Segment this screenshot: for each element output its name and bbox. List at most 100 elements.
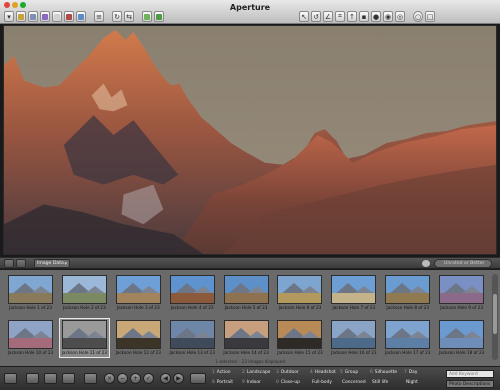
keyword-button[interactable]: 7 Day [404, 370, 417, 375]
add-keyword-field[interactable]: Add Keyword [446, 370, 494, 378]
toolbar-left: ▾ ≡ ↻ ⇆ [4, 10, 164, 23]
thumbnail-item[interactable]: Jackson Hole 4 of 23 [167, 273, 218, 313]
thumbnail-item[interactable]: Jackson Hole 14 of 23 [221, 318, 272, 358]
straighten-icon[interactable]: ∠ [323, 11, 333, 22]
keyword-button[interactable]: 4 Headshot [310, 370, 336, 375]
keyword-preset-select[interactable]: Photo Descriptions [446, 380, 494, 388]
red-eye-icon[interactable]: ◎ [395, 11, 405, 22]
keyword-controls-button[interactable] [190, 373, 206, 384]
keyword-shortcut-number: 2 [242, 370, 245, 375]
keyword-button[interactable]: 2 Landscape [242, 370, 270, 375]
select-icon[interactable]: ✓ [143, 373, 154, 384]
show-adjustments-button[interactable] [44, 373, 57, 384]
keyword-button[interactable]: Full-body [310, 380, 332, 385]
keyword-button[interactable]: 0 Close-up [276, 380, 300, 385]
rotate-tool-icon[interactable]: ↺ [311, 11, 321, 22]
stamp-tool-icon[interactable]: ▪ [359, 11, 369, 22]
stack-icon[interactable]: ≡ [94, 11, 104, 22]
thumbnail-item[interactable]: Jackson Hole 9 of 23 [436, 273, 487, 313]
thumbnail-item[interactable]: Jackson Hole 6 of 23 [274, 273, 325, 313]
thumbnail-image [169, 320, 215, 349]
thumbnail-item[interactable]: Jackson Hole 17 of 23 [382, 318, 433, 358]
thumbnail-item[interactable]: Jackson Hole 15 of 23 [274, 318, 325, 358]
thumbnail-image [439, 275, 485, 304]
new-project-icon[interactable] [16, 11, 26, 22]
thumbnail-caption: Jackson Hole 10 of 23 [7, 350, 54, 355]
loupe-stamp-icon[interactable] [154, 11, 164, 22]
crop-icon[interactable]: ⌗ [335, 11, 345, 22]
browser-scrollbar[interactable] [492, 274, 498, 360]
show-inspector-button[interactable] [26, 373, 39, 384]
keyword-button[interactable]: Night [404, 380, 418, 385]
lift-tool-icon[interactable]: ↑ [347, 11, 357, 22]
thumbnail-item[interactable]: Jackson Hole 16 of 23 [328, 318, 379, 358]
thumbnail-item[interactable]: Jackson Hole 12 of 23 [113, 318, 164, 358]
thumbnail-caption: Jackson Hole 8 of 23 [386, 305, 430, 310]
show-projects-button[interactable] [4, 373, 17, 384]
keyword-button[interactable]: 1 Action [212, 370, 231, 375]
thumbnail-image [115, 275, 161, 304]
new-smart-album-icon[interactable] [40, 11, 50, 22]
lift-stamp-icon[interactable] [142, 11, 152, 22]
keyword-button[interactable]: 8 Portrait [212, 380, 233, 385]
thumbnail-caption: Jackson Hole 4 of 23 [170, 305, 214, 310]
viewer-mode-icon[interactable]: ○ [413, 11, 423, 22]
control-bar: × − + ✓ ◀ ▶ 1 Action 2 Landscape 3 Outdoor 4 He… [0, 366, 500, 390]
metadata-view-select[interactable]: Image Data ▾ [34, 259, 70, 268]
pointer-icon[interactable]: ↖ [299, 11, 309, 22]
scrollbar-knob[interactable] [493, 294, 497, 334]
keyword-preset-value: Photo Descriptions [449, 382, 491, 387]
thumbnail-caption: Jackson Hole 12 of 23 [115, 350, 161, 355]
thumbnail-image [385, 275, 431, 304]
rotate-icon[interactable]: ↻ [112, 11, 122, 22]
image-viewer[interactable] [3, 25, 497, 255]
previous-icon[interactable]: ◀ [160, 373, 171, 384]
eye-icon[interactable]: ◉ [383, 11, 393, 22]
web-gallery-icon[interactable] [76, 11, 86, 22]
keyword-shortcut-number: 0 [276, 380, 279, 385]
keyword-label: Full-body [312, 380, 332, 385]
previous-image-button[interactable] [84, 373, 97, 384]
rating-filter-field[interactable]: Unrated or Better [434, 259, 492, 268]
keyword-button[interactable]: Concerned [340, 380, 366, 385]
import-icon[interactable]: ▾ [4, 11, 14, 22]
thumbnail-image [223, 320, 269, 349]
thumbnail-item[interactable]: Jackson Hole 8 of 23 [382, 273, 433, 313]
thumbnail-item[interactable]: Jackson Hole 2 of 23 [59, 273, 110, 313]
thumbnail-item[interactable]: Jackson Hole 7 of 23 [328, 273, 379, 313]
reject-icon[interactable]: × [104, 373, 115, 384]
chevron-down-icon: ▾ [64, 261, 67, 267]
keyword-button[interactable]: 3 Outdoor [276, 370, 299, 375]
filmstrip-view-button[interactable] [4, 259, 14, 268]
thumbnail-item[interactable]: Jackson Hole 5 of 23 [221, 273, 272, 313]
thumbnail-item[interactable]: Jackson Hole 13 of 23 [167, 318, 218, 358]
keyword-label: Outdoor [280, 370, 299, 375]
keyword-label: Silhouette [374, 370, 398, 375]
thumbnail-item[interactable]: Jackson Hole 1 of 23 [5, 273, 56, 313]
increase-rating-icon[interactable]: + [130, 373, 141, 384]
thumbnail-item[interactable]: Jackson Hole 3 of 23 [113, 273, 164, 313]
decrease-rating-icon[interactable]: − [117, 373, 128, 384]
book-icon[interactable] [64, 11, 74, 22]
keyword-button[interactable]: Still life [370, 380, 388, 385]
new-light-table-icon[interactable] [52, 11, 62, 22]
thumbnail-item[interactable]: Jackson Hole 18 of 23 [436, 318, 487, 358]
thumbnail-caption: Jackson Hole 18 of 23 [438, 350, 485, 355]
keyword-label: Headshot [314, 370, 336, 375]
grid-view-button[interactable] [16, 259, 26, 268]
thumbnail-item[interactable]: Jackson Hole 10 of 23 [5, 318, 56, 358]
next-icon[interactable]: ▶ [173, 373, 184, 384]
query-hud-icon[interactable] [422, 260, 430, 267]
keyword-button[interactable]: 9 Indoor [242, 380, 261, 385]
loupe-icon[interactable]: ● [371, 11, 381, 22]
keyword-button[interactable]: 5 Group [340, 370, 358, 375]
show-metadata-button[interactable] [62, 373, 75, 384]
keyword-label: Concerned [342, 380, 366, 385]
thumbnail-image [115, 320, 161, 349]
compare-icon[interactable]: ⇆ [124, 11, 134, 22]
full-screen-icon[interactable]: □ [425, 11, 435, 22]
keyword-button[interactable]: 6 Silhouette [370, 370, 397, 375]
keyword-label: Action [216, 370, 231, 375]
new-album-icon[interactable] [28, 11, 38, 22]
thumbnail-item[interactable]: Jackson Hole 11 of 23 [58, 318, 110, 358]
